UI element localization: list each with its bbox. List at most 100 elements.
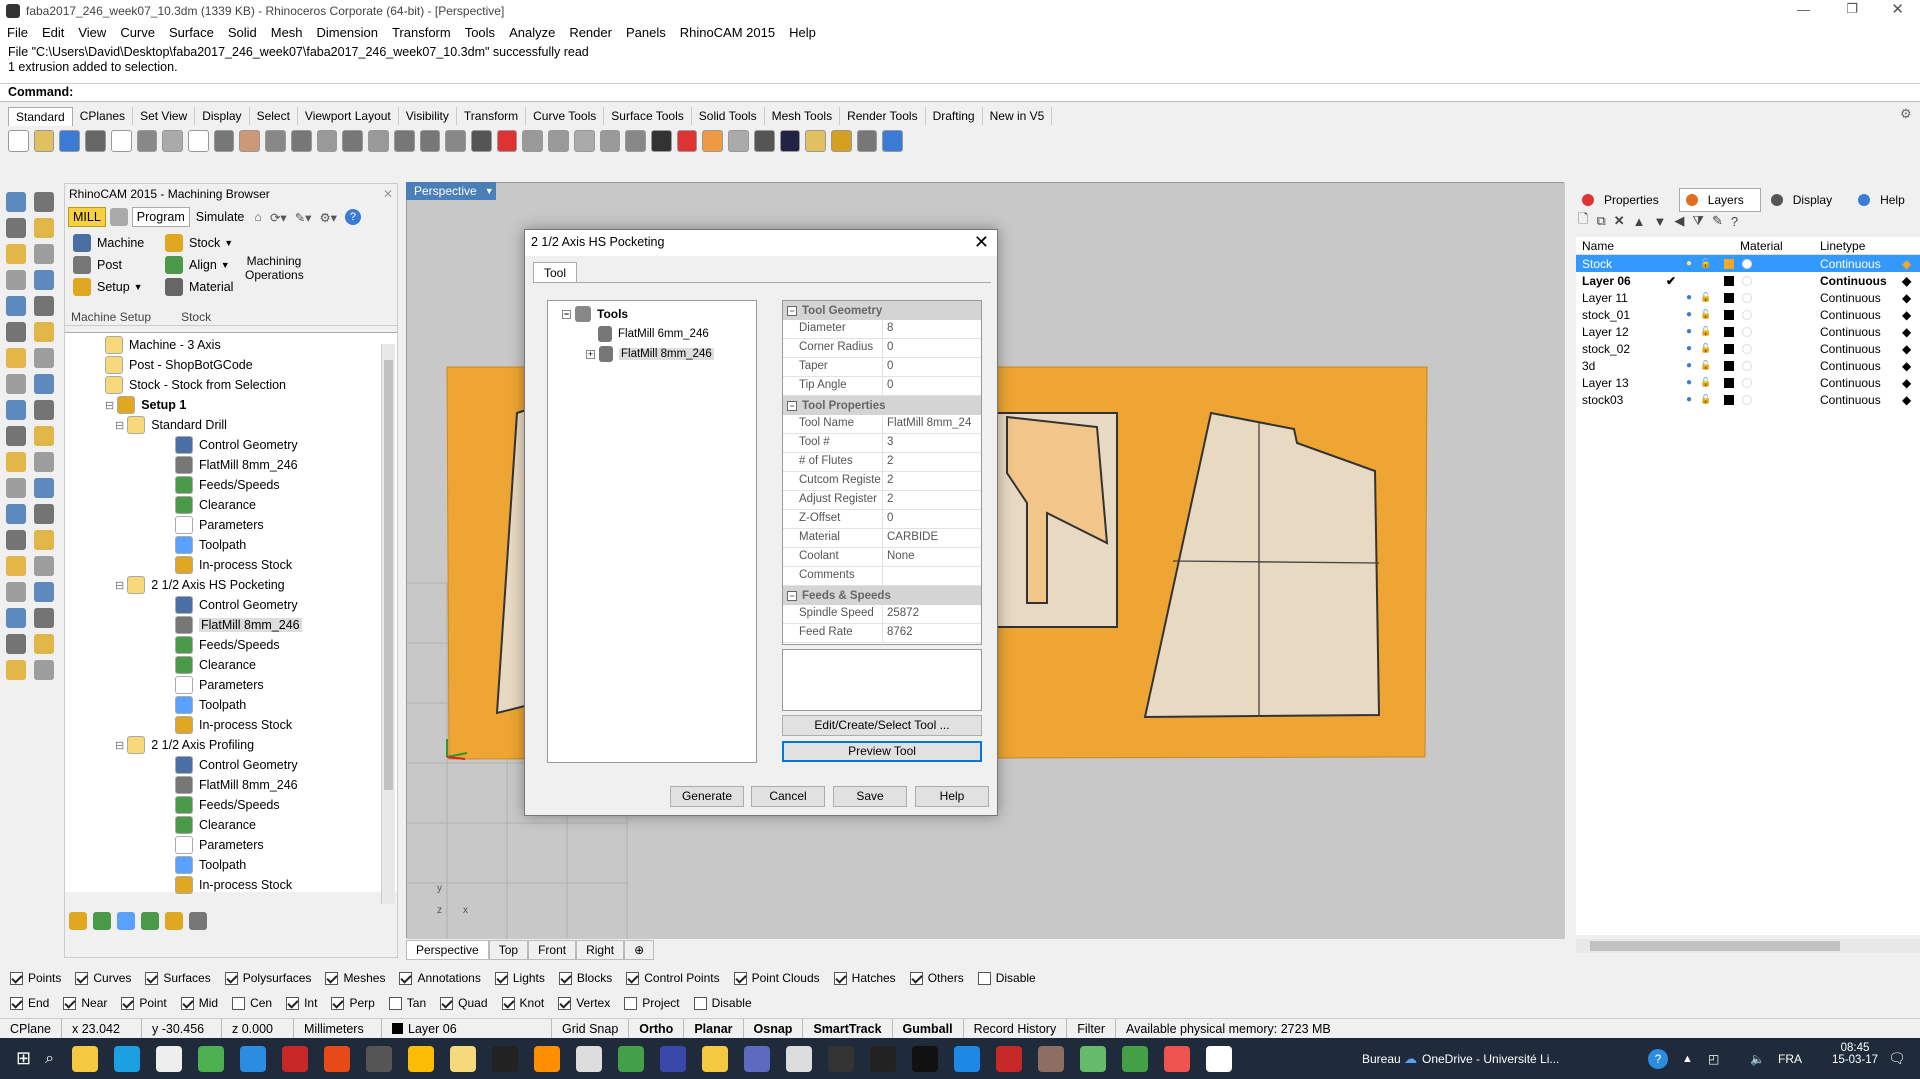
expand-icon[interactable]: ⊟ [115,419,124,432]
tool-icon[interactable] [162,130,184,152]
help-icon[interactable]: ? [344,209,361,225]
draw-tool-icon[interactable] [34,218,54,238]
menu-item[interactable]: View [78,25,106,40]
menu-item[interactable]: Dimension [317,25,378,40]
taskbar-app-icon[interactable] [828,1045,855,1072]
taskbar-app-icon[interactable] [534,1045,561,1072]
tree-item[interactable]: Control Geometry [175,595,298,615]
tree-item[interactable]: Feeds/Speeds [175,795,280,815]
taskbar-app-icon[interactable] [240,1045,267,1072]
tool-icon[interactable] [342,130,364,152]
command-input[interactable]: Command: [0,84,1920,102]
update-icon[interactable]: ⟳▾ [270,210,287,225]
tree-item[interactable]: Control Geometry [175,435,298,455]
menu-item[interactable]: Mesh [271,25,303,40]
layer-linetype[interactable]: Continuous [1820,274,1887,288]
filter-checkbox[interactable]: Knot [501,996,544,1010]
layer-row[interactable]: Layer 06 ✔ Continuous ◆ [1576,272,1920,289]
desktop-label[interactable]: Bureau [1362,1052,1401,1066]
checkbox[interactable] [558,971,572,985]
taskbar-app-icon[interactable] [1164,1045,1191,1072]
tab-tool[interactable]: Tool [533,262,578,283]
draw-tool-icon[interactable] [6,270,26,290]
property-row[interactable]: # of Flutes 2 [783,453,981,472]
tool-icon[interactable] [419,130,441,152]
draw-tool-icon[interactable] [34,322,54,342]
property-value[interactable]: 2 [883,453,981,471]
add-viewport-icon[interactable]: ⊕ [624,940,655,960]
filter-checkbox[interactable]: Disable [693,996,752,1010]
taskbar-app-icon[interactable] [660,1045,687,1072]
new-layer-icon[interactable]: 🗋 [1578,210,1588,232]
layer-linetype[interactable]: Continuous [1820,393,1881,407]
checkbox[interactable] [145,971,159,985]
filter-checkbox[interactable]: Polysurfaces [224,971,311,985]
close-icon[interactable]: ✕ [1891,0,1904,18]
lightbulb-icon[interactable]: ● [1686,309,1692,320]
tool-icon[interactable] [805,130,826,152]
property-row[interactable]: Diameter 8 [783,320,981,339]
tree-item[interactable]: Machine - 3 Axis [105,335,221,355]
taskbar-app-icon[interactable] [702,1045,729,1072]
home-icon[interactable]: ⌂ [254,210,262,224]
filter-checkbox[interactable]: Hatches [833,971,896,985]
menu-item[interactable]: Transform [392,25,451,40]
help-button[interactable]: Help [915,786,989,807]
filter-checkbox[interactable]: Vertex [558,996,610,1010]
property-row[interactable]: Spindle Speed 25872 [783,605,981,624]
layer-color-swatch[interactable] [1724,377,1734,388]
layer-linetype[interactable]: Continuous [1820,325,1881,339]
tool-icon[interactable] [728,130,749,152]
property-row[interactable]: Taper 0 [783,358,981,377]
lock-icon[interactable]: 🔓 [1700,343,1711,354]
layer-color-swatch[interactable] [1724,326,1734,337]
toolbar-tab[interactable]: Display [195,107,250,125]
material-swatch[interactable] [1742,258,1752,269]
taskbar-app-icon[interactable] [72,1045,99,1072]
toolbar-tab[interactable]: CPlanes [73,107,134,125]
checkbox[interactable] [331,996,345,1010]
checkbox[interactable] [558,996,572,1010]
panel-tab[interactable]: Display [1765,189,1848,211]
property-row[interactable]: Z-Offset 0 [783,510,981,529]
checkbox[interactable] [75,971,89,985]
draw-tool-icon[interactable] [34,608,54,628]
tool-icon[interactable] [265,130,286,152]
draw-tool-icon[interactable] [34,582,54,602]
draw-tool-icon[interactable] [34,244,54,264]
browser-tool-icon[interactable] [141,912,159,930]
tree-item[interactable]: Feeds/Speeds [175,475,280,495]
tool-item-selected[interactable]: + FlatMill 8mm_246 [586,346,714,362]
toolbar-tab[interactable]: Solid Tools [692,107,765,125]
horizontal-scrollbar[interactable] [1576,939,1920,953]
taskbar-app-icon[interactable] [744,1045,771,1072]
toolbar-tab[interactable]: Drafting [926,107,983,125]
machine-button[interactable]: Machine [73,234,144,252]
lightbulb-icon[interactable]: ● [1686,292,1692,303]
taskbar-app-icon[interactable] [114,1045,141,1072]
property-row[interactable]: Corner Radius 0 [783,339,981,358]
property-row[interactable]: Feed Rate 8762 [783,624,981,643]
filter-checkbox[interactable]: Annotations [399,971,481,985]
ortho-toggle[interactable]: Ortho [629,1018,685,1039]
checkbox[interactable] [180,996,194,1010]
print-color-icon[interactable]: ◆ [1902,291,1911,305]
taskbar-app-icon[interactable] [870,1045,897,1072]
property-value[interactable]: 2 [883,491,981,509]
checkbox[interactable] [833,971,847,985]
tool-icon[interactable] [599,130,621,152]
draw-tool-icon[interactable] [6,452,26,472]
property-value[interactable]: 0 [883,377,981,395]
layer-color-swatch[interactable] [1724,309,1734,320]
layer-row[interactable]: Layer 11 ● 🔓 Continuous ◆ [1576,289,1920,306]
notification-icon[interactable]: 🗨 [1888,1050,1906,1067]
property-value[interactable]: 8 [883,320,981,338]
expand-icon[interactable]: ⊟ [105,399,114,412]
property-section[interactable]: − Tool Properties [783,396,981,415]
tool-icon[interactable] [625,130,646,152]
checkbox[interactable] [626,971,640,985]
taskbar-app-icon[interactable] [618,1045,645,1072]
toolbar-tab[interactable]: Select [250,107,298,125]
panel-tab[interactable]: Layers [1678,188,1761,212]
menu-item[interactable]: Surface [169,25,214,40]
